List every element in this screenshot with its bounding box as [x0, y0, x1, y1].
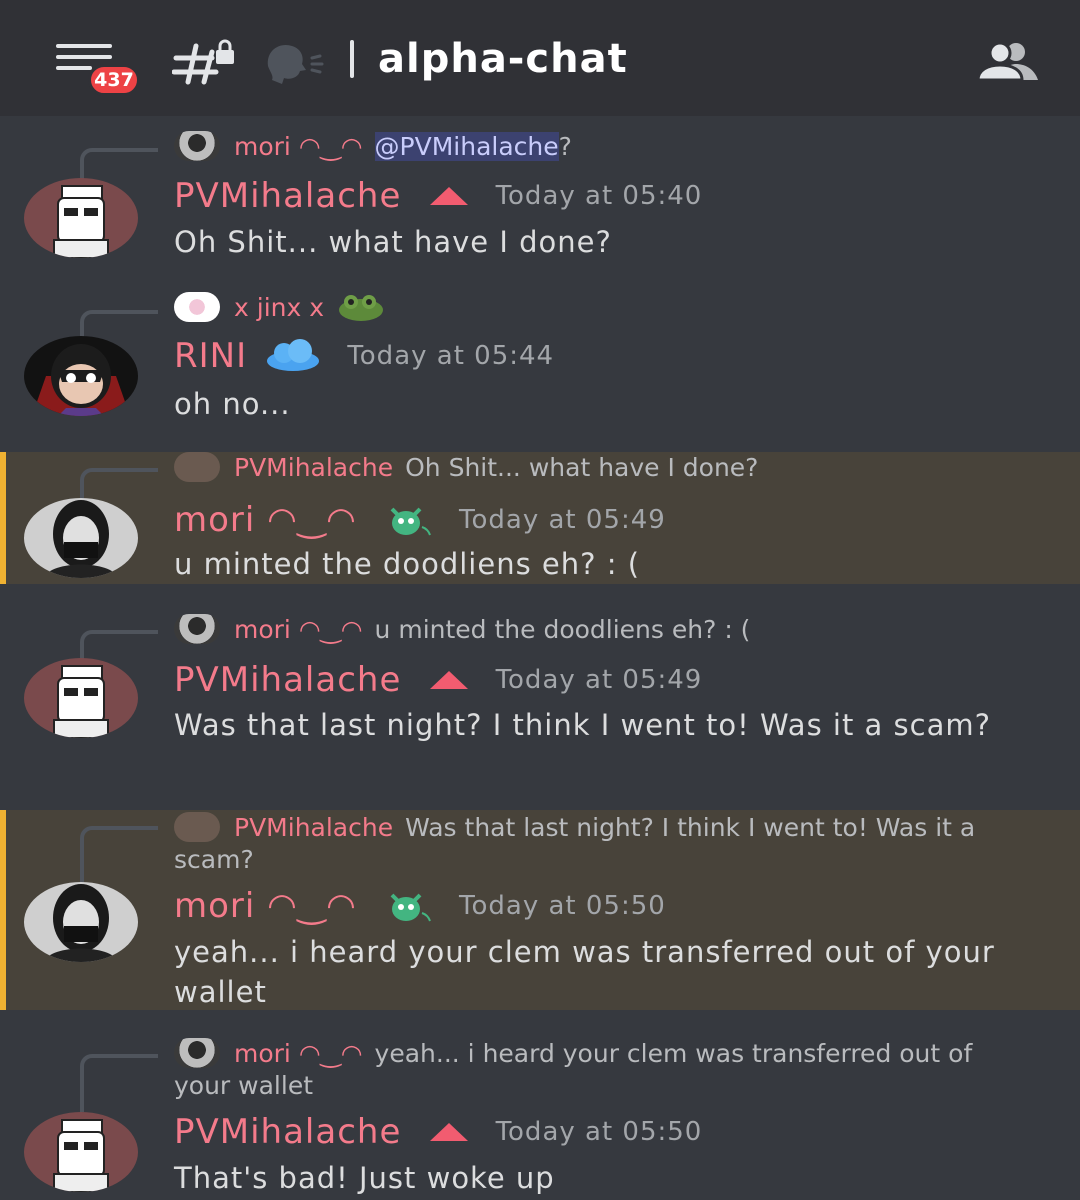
username[interactable]: RINI — [174, 336, 247, 376]
message[interactable]: mori ◠‿◠ yeah... i heard your clem was tr… — [0, 1036, 1080, 1200]
username[interactable]: PVMihalache — [174, 660, 401, 700]
avatar[interactable] — [24, 658, 138, 738]
alien-emoji-icon — [390, 893, 431, 922]
reply-author[interactable]: PVMihalache — [234, 453, 393, 482]
message[interactable]: PVMihalache Was that last night? I think … — [0, 810, 1080, 1010]
members-icon[interactable] — [976, 40, 1040, 80]
reply-preview[interactable]: PVMihalache Oh Shit... what have I done? — [174, 452, 1034, 484]
avatar[interactable] — [24, 1112, 138, 1192]
reply-author[interactable]: mori ◠‿◠ — [234, 1039, 363, 1068]
username[interactable]: PVMihalache — [174, 176, 401, 216]
unread-badge: 437 — [88, 64, 140, 96]
message[interactable]: mori ◠‿◠ @PVMihalache? PVMihalache Today … — [0, 128, 1080, 278]
username[interactable]: PVMihalache — [174, 1112, 401, 1152]
reply-text: u minted the doodliens eh? : ( — [374, 615, 751, 644]
timestamp: Today at 05:49 — [495, 665, 703, 695]
avatar[interactable] — [24, 498, 138, 578]
reply-preview[interactable]: mori ◠‿◠ u minted the doodliens eh? : ( — [174, 614, 1034, 646]
cloud-icon — [267, 339, 320, 371]
role-triangle-icon — [430, 187, 469, 205]
alien-emoji-icon — [390, 507, 431, 536]
role-triangle-icon — [430, 1123, 469, 1141]
reply-avatar — [174, 292, 220, 322]
reply-preview[interactable]: mori ◠‿◠ @PVMihalache? — [174, 131, 1034, 163]
timestamp: Today at 05:49 — [459, 505, 666, 535]
message[interactable]: PVMihalache Oh Shit... what have I done? … — [0, 452, 1080, 584]
username[interactable]: mori ◠‿◠ — [174, 500, 357, 540]
locked-channel-icon — [172, 39, 234, 85]
mention[interactable]: @PVMihalache — [374, 132, 559, 161]
reply-avatar — [174, 131, 220, 161]
username[interactable]: mori ◠‿◠ — [174, 886, 357, 926]
timestamp: Today at 05:40 — [495, 181, 703, 211]
message[interactable]: mori ◠‿◠ u minted the doodliens eh? : ( P… — [0, 612, 1080, 802]
message-text: That's bad! Just woke up — [174, 1161, 555, 1195]
reply-avatar — [174, 1038, 220, 1068]
message-text: Oh Shit... what have I done? — [174, 225, 612, 259]
channel-header: 437 alpha-chat — [0, 0, 1080, 116]
message-text: Was that last night? I think I went to! … — [174, 708, 992, 742]
reply-preview[interactable]: x jinx x — [174, 292, 1034, 324]
reply-author[interactable]: x jinx x — [234, 293, 324, 322]
timestamp: Today at 05:44 — [347, 341, 555, 371]
avatar[interactable] — [24, 178, 138, 258]
timestamp: Today at 05:50 — [495, 1117, 703, 1147]
avatar[interactable] — [24, 882, 138, 962]
frog-emoji-icon — [339, 295, 384, 321]
header-divider — [350, 40, 354, 78]
reply-avatar — [174, 614, 220, 644]
message-text: u minted the doodliens eh? : ( — [174, 547, 641, 581]
message-text: oh no... — [174, 387, 291, 421]
reply-author[interactable]: mori ◠‿◠ — [234, 132, 363, 161]
avatar[interactable] — [24, 336, 138, 416]
reply-preview[interactable]: mori ◠‿◠ yeah... i heard your clem was tr… — [174, 1038, 1034, 1102]
reply-author[interactable]: PVMihalache — [234, 813, 393, 842]
reply-text: Oh Shit... what have I done? — [405, 453, 759, 482]
reply-avatar — [174, 812, 220, 842]
message[interactable]: x jinx x RINI Today at 05:44 oh no... — [0, 290, 1080, 440]
reply-text: ? — [558, 132, 572, 161]
role-triangle-icon — [430, 671, 469, 689]
timestamp: Today at 05:50 — [459, 891, 666, 921]
reply-avatar — [174, 452, 220, 482]
speaking-icon[interactable] — [262, 40, 328, 84]
reply-author[interactable]: mori ◠‿◠ — [234, 615, 363, 644]
reply-preview[interactable]: PVMihalache Was that last night? I think … — [174, 812, 1034, 876]
message-text: yeah... i heard your clem was transferre… — [174, 935, 995, 1009]
channel-title: alpha-chat — [378, 36, 628, 82]
